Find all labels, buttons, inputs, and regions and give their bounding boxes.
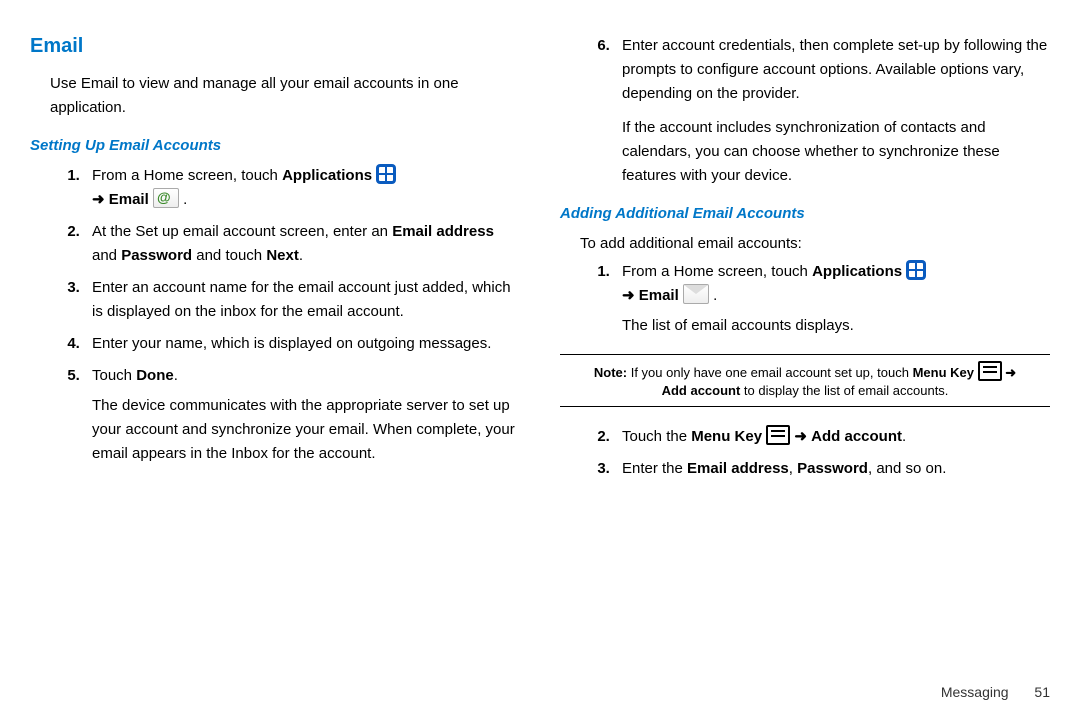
text: Menu Key [691, 428, 762, 445]
text: Add account [662, 383, 741, 398]
page: Email Use Email to view and manage all y… [0, 0, 1080, 680]
step-5-follow: The device communicates with the appropr… [92, 394, 520, 466]
text: Password [797, 460, 868, 477]
text: , and so on. [868, 460, 946, 477]
text: Touch [92, 367, 136, 384]
text: Enter the [622, 460, 687, 477]
note-label: Note: [594, 365, 627, 380]
text: Enter account credentials, then complete… [622, 37, 1047, 102]
text: Next [266, 247, 299, 264]
subhead-adding: Adding Additional Email Accounts [560, 202, 1050, 226]
arrow-icon: ➜ [1005, 365, 1016, 380]
chapter-name: Messaging [941, 684, 1009, 700]
menu-key-icon [766, 425, 790, 445]
text: If you only have one email account set u… [627, 365, 912, 380]
text: Menu Key [913, 365, 974, 380]
text: Password [121, 247, 192, 264]
text: From a Home screen, touch [622, 263, 812, 280]
applications-icon [906, 260, 926, 280]
text: From a Home screen, touch [92, 167, 282, 184]
page-number: 51 [1034, 684, 1050, 700]
arrow-icon: ➜ [92, 191, 105, 208]
step-4: Enter your name, which is displayed on o… [84, 332, 520, 356]
text: . [299, 247, 303, 264]
arrow-icon: ➜ [794, 428, 807, 445]
right-column: Enter account credentials, then complete… [560, 30, 1050, 670]
text: . [174, 367, 178, 384]
intro-text: Use Email to view and manage all your em… [50, 72, 520, 120]
intro2: To add additional email accounts: [580, 232, 1050, 256]
text: and [92, 247, 121, 264]
setup-steps: From a Home screen, touch Applications ➜… [50, 164, 520, 466]
applications-label: Applications [812, 263, 902, 280]
page-footer: Messaging 51 [0, 680, 1080, 700]
email-label: Email [639, 287, 679, 304]
step-5: Touch Done. The device communicates with… [84, 364, 520, 466]
applications-icon [376, 164, 396, 184]
text: Add account [811, 428, 902, 445]
text: , [789, 460, 797, 477]
step-2: At the Set up email account screen, ente… [84, 220, 520, 268]
add-steps-cont: Touch the Menu Key ➜ Add account. Enter … [580, 425, 1050, 481]
add-step1-follow: The list of email accounts displays. [622, 314, 1050, 338]
add-step-3: Enter the Email address, Password, and s… [614, 457, 1050, 481]
applications-label: Applications [282, 167, 372, 184]
subhead-setting-up: Setting Up Email Accounts [30, 134, 520, 158]
step-1: From a Home screen, touch Applications ➜… [84, 164, 520, 212]
email-icon [153, 188, 179, 208]
step-3: Enter an account name for the email acco… [84, 276, 520, 324]
email-icon [683, 284, 709, 304]
step-6: Enter account credentials, then complete… [614, 34, 1050, 188]
text: At the Set up email account screen, ente… [92, 223, 392, 240]
left-column: Email Use Email to view and manage all y… [30, 30, 520, 670]
email-label: Email [109, 191, 149, 208]
setup-steps-cont: Enter account credentials, then complete… [580, 34, 1050, 188]
step-6-follow: If the account includes synchronization … [622, 116, 1050, 188]
menu-key-icon [978, 361, 1002, 381]
text: to display the list of email accounts. [740, 383, 948, 398]
arrow-icon: ➜ [622, 287, 635, 304]
text: Touch the [622, 428, 691, 445]
add-steps: From a Home screen, touch Applications ➜… [580, 260, 1050, 338]
section-title: Email [30, 30, 520, 62]
text: Done [136, 367, 174, 384]
add-step-1: From a Home screen, touch Applications ➜… [614, 260, 1050, 338]
text: and touch [192, 247, 266, 264]
text: Email address [392, 223, 494, 240]
add-step-2: Touch the Menu Key ➜ Add account. [614, 425, 1050, 449]
note-box: Note: If you only have one email account… [560, 354, 1050, 407]
text: Email address [687, 460, 789, 477]
text: . [902, 428, 906, 445]
